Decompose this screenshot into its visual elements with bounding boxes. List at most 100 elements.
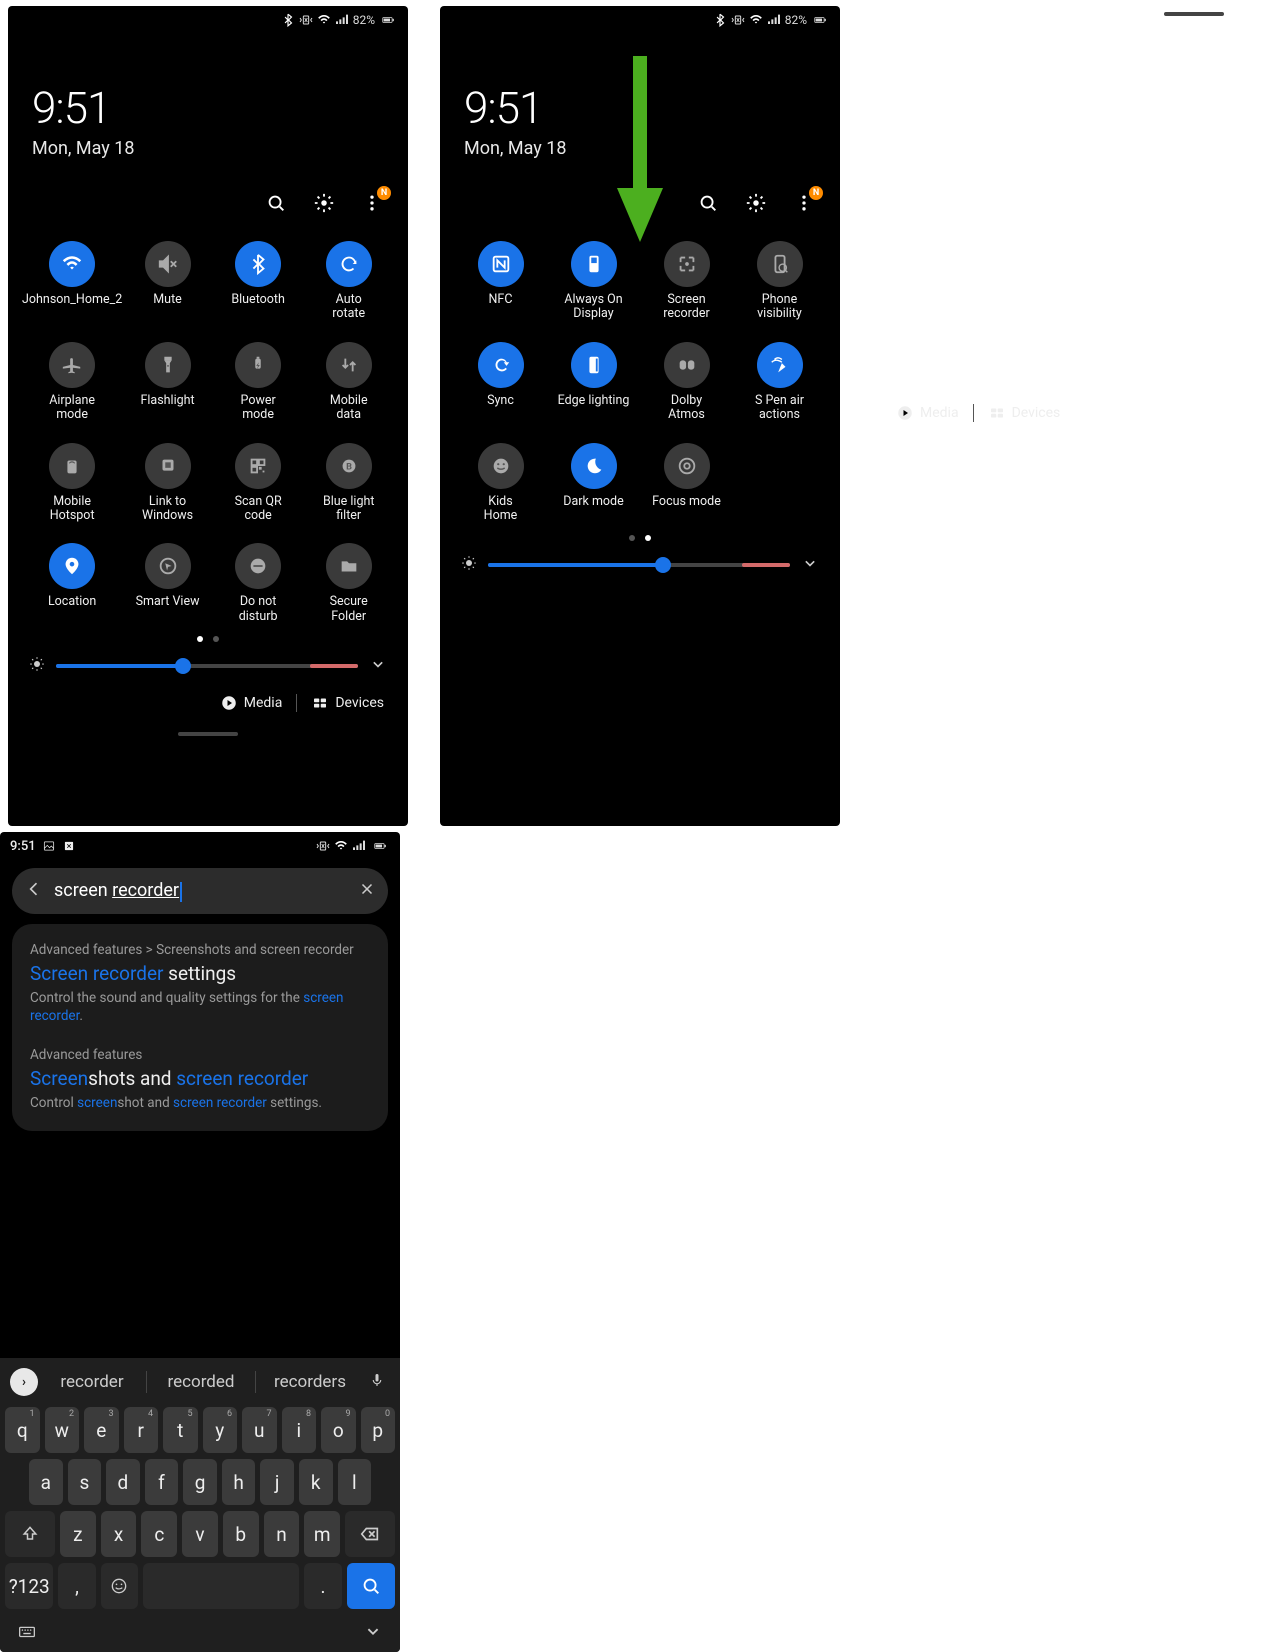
- qs-tile-hotspot[interactable]: MobileHotspot: [22, 443, 122, 524]
- key-p[interactable]: p0: [361, 1407, 396, 1453]
- media-button[interactable]: Media: [220, 694, 283, 712]
- qs-tile-link[interactable]: Link toWindows: [122, 443, 213, 524]
- search-result-item[interactable]: Advanced features Screenshots and screen…: [30, 1047, 370, 1112]
- qs-tile-rotate[interactable]: Autorotate: [303, 241, 394, 322]
- suggestion[interactable]: recorder: [42, 1372, 142, 1392]
- qs-tile-bluelight[interactable]: Blue lightfilter: [303, 443, 394, 524]
- qs-tile-visibility[interactable]: Phonevisibility: [733, 241, 826, 322]
- key-space[interactable]: [143, 1563, 299, 1609]
- key-r[interactable]: r4: [124, 1407, 159, 1453]
- key-g[interactable]: g: [183, 1459, 217, 1505]
- tile-label: S Pen airactions: [755, 394, 804, 423]
- search-input[interactable]: screen recorder: [54, 880, 348, 901]
- qs-tile-dnd[interactable]: Do notdisturb: [213, 543, 304, 624]
- suggestion[interactable]: recorded: [151, 1372, 251, 1392]
- more-icon[interactable]: N: [792, 191, 816, 215]
- tile-label: Flashlight: [140, 394, 194, 422]
- key-backspace[interactable]: [345, 1511, 395, 1557]
- brightness-icon: [460, 554, 478, 576]
- key-f[interactable]: f: [145, 1459, 179, 1505]
- key-s[interactable]: s: [68, 1459, 102, 1505]
- back-icon[interactable]: [24, 879, 44, 903]
- gear-icon[interactable]: [312, 191, 336, 215]
- key-u[interactable]: u7: [242, 1407, 277, 1453]
- key-b[interactable]: b: [223, 1511, 259, 1557]
- key-q[interactable]: q1: [5, 1407, 40, 1453]
- key-shift[interactable]: [5, 1511, 55, 1557]
- devices-button[interactable]: Devices: [988, 404, 1061, 422]
- key-y[interactable]: y6: [203, 1407, 238, 1453]
- gear-icon[interactable]: [744, 191, 768, 215]
- key-emoji[interactable]: [101, 1563, 138, 1609]
- clock-date: Mon, May 18: [464, 138, 816, 159]
- qs-tile-nfc[interactable]: NFC: [454, 241, 547, 322]
- key-w[interactable]: w2: [45, 1407, 80, 1453]
- media-button[interactable]: Media: [896, 404, 959, 422]
- qs-tile-smartview[interactable]: Smart View: [122, 543, 213, 624]
- mic-icon[interactable]: [364, 1371, 390, 1393]
- qs-tile-darkmode[interactable]: Dark mode: [547, 443, 640, 524]
- qs-tile-mute[interactable]: Mute: [122, 241, 213, 322]
- key-o[interactable]: o9: [321, 1407, 356, 1453]
- key-e[interactable]: e3: [84, 1407, 119, 1453]
- quick-settings-panel-page2: 82% 9:51 Mon, May 18 N NFCAlways OnDispl…: [440, 6, 840, 826]
- qs-tile-focus[interactable]: Focus mode: [640, 443, 733, 524]
- key-k[interactable]: k: [299, 1459, 333, 1505]
- search-icon[interactable]: [264, 191, 288, 215]
- qs-tile-qr[interactable]: Scan QRcode: [213, 443, 304, 524]
- drag-handle[interactable]: [178, 732, 238, 736]
- key-d[interactable]: d: [106, 1459, 140, 1505]
- key-period[interactable]: .: [304, 1563, 341, 1609]
- qs-tile-edge[interactable]: Edge lighting: [547, 342, 640, 423]
- tile-label: DolbyAtmos: [668, 394, 705, 423]
- key-n[interactable]: n: [264, 1511, 300, 1557]
- key-v[interactable]: v: [182, 1511, 218, 1557]
- key-symbols[interactable]: ?123: [5, 1563, 53, 1609]
- chevron-down-icon[interactable]: [800, 553, 820, 577]
- qs-tile-wifi[interactable]: Johnson_Home_2: [22, 241, 122, 322]
- brightness-slider[interactable]: [488, 563, 790, 567]
- drag-handle[interactable]: [1164, 12, 1224, 16]
- key-z[interactable]: z: [60, 1511, 96, 1557]
- key-m[interactable]: m: [304, 1511, 340, 1557]
- qs-tile-kids[interactable]: KidsHome: [454, 443, 547, 524]
- qs-tile-spen[interactable]: S Pen airactions: [733, 342, 826, 423]
- key-t[interactable]: t5: [163, 1407, 198, 1453]
- key-i[interactable]: i8: [282, 1407, 317, 1453]
- expand-toolbar-icon[interactable]: ›: [10, 1368, 38, 1396]
- devices-button[interactable]: Devices: [311, 694, 384, 712]
- qs-tile-mobiledata[interactable]: Mobiledata: [303, 342, 394, 423]
- tile-label: Scan QRcode: [235, 495, 282, 524]
- key-h[interactable]: h: [222, 1459, 256, 1505]
- qs-tile-power[interactable]: Powermode: [213, 342, 304, 423]
- suggestion[interactable]: recorders: [260, 1372, 360, 1392]
- brightness-slider[interactable]: [56, 664, 358, 668]
- key-l[interactable]: l: [338, 1459, 372, 1505]
- qs-tile-dolby[interactable]: DolbyAtmos: [640, 342, 733, 423]
- qs-tile-aod[interactable]: Always OnDisplay: [547, 241, 640, 322]
- qs-tile-airplane[interactable]: Airplanemode: [22, 342, 122, 423]
- key-j[interactable]: j: [260, 1459, 294, 1505]
- search-result-item[interactable]: Advanced features > Screenshots and scre…: [30, 942, 370, 1025]
- qs-tile-screenrec[interactable]: Screenrecorder: [640, 241, 733, 322]
- tile-label: Powermode: [241, 394, 276, 423]
- chevron-down-icon[interactable]: [368, 654, 388, 678]
- qs-tile-location[interactable]: Location: [22, 543, 122, 624]
- collapse-keyboard-icon[interactable]: [362, 1620, 384, 1646]
- key-search[interactable]: [347, 1563, 395, 1609]
- qs-tile-flashlight[interactable]: Flashlight: [122, 342, 213, 423]
- result-breadcrumb: Advanced features > Screenshots and scre…: [30, 942, 370, 958]
- qs-tile-bluetooth[interactable]: Bluetooth: [213, 241, 304, 322]
- key-x[interactable]: x: [101, 1511, 137, 1557]
- search-icon[interactable]: [696, 191, 720, 215]
- tile-label: NFC: [489, 293, 513, 321]
- result-desc: Control screenshot and screen recorder s…: [30, 1094, 370, 1112]
- key-c[interactable]: c: [141, 1511, 177, 1557]
- close-icon[interactable]: [358, 880, 376, 902]
- more-icon[interactable]: N: [360, 191, 384, 215]
- keyboard-mode-icon[interactable]: [16, 1620, 38, 1646]
- key-comma[interactable]: ,: [58, 1563, 95, 1609]
- key-a[interactable]: a: [29, 1459, 63, 1505]
- qs-tile-folder[interactable]: SecureFolder: [303, 543, 394, 624]
- qs-tile-sync[interactable]: Sync: [454, 342, 547, 423]
